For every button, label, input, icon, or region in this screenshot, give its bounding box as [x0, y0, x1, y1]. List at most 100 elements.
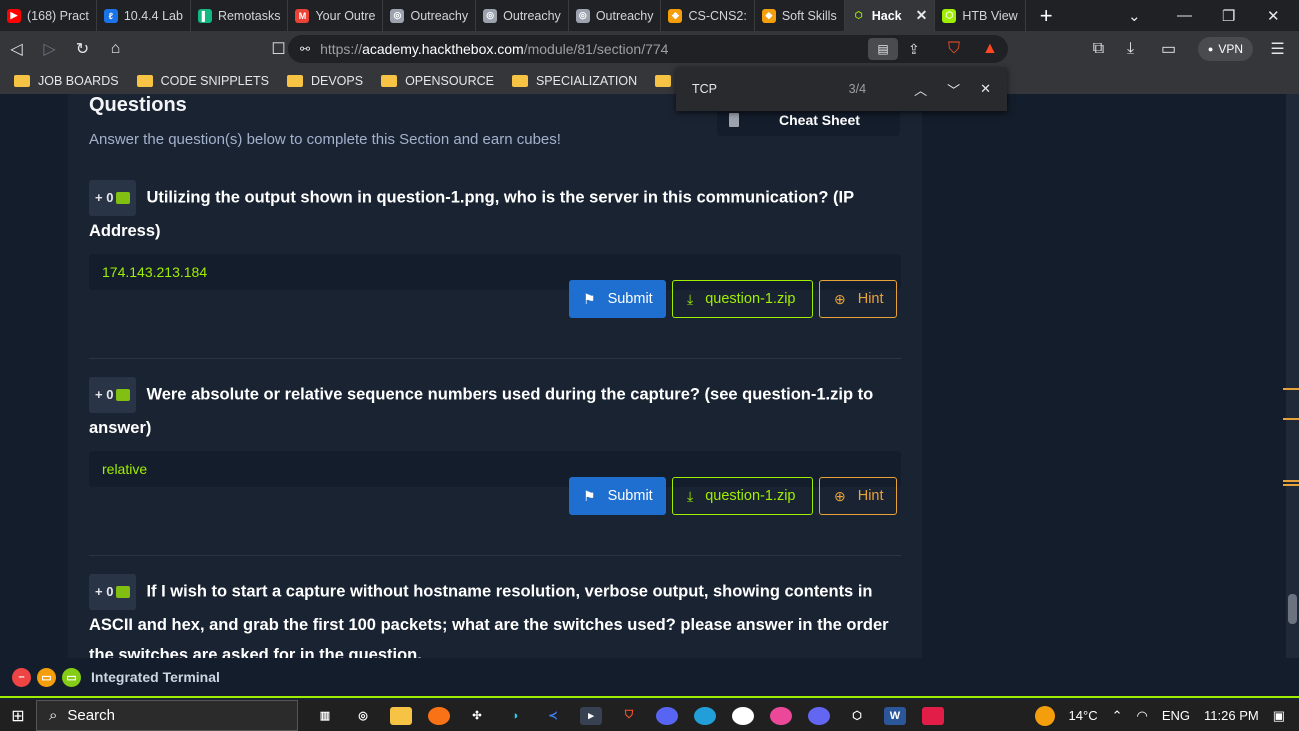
divider	[89, 358, 901, 359]
telegram-icon[interactable]	[694, 706, 716, 725]
url-path: /module/81/section/774	[523, 41, 669, 57]
hint-button[interactable]: ⊕ Hint	[819, 280, 897, 318]
weather-icon[interactable]	[1034, 705, 1055, 726]
bookmark-folder[interactable]: OPENSOURCE	[381, 74, 494, 88]
new-tab-button[interactable]: +	[1040, 3, 1053, 29]
browser-tab[interactable]: ◎ Outreachy	[383, 0, 477, 31]
question-1: + 0 Utilizing the output shown in questio…	[89, 180, 901, 290]
download-icon[interactable]: ⤓	[1114, 40, 1147, 58]
question-2-actions: ⚑ Submit ⤓ question-1.zip ⊕ Hint	[569, 477, 1291, 515]
cube-icon	[116, 389, 131, 401]
bookmark-folder[interactable]: DEVOPS	[286, 74, 363, 88]
taskbar-search[interactable]: ⌕ Search	[36, 700, 298, 731]
document-icon	[729, 113, 739, 127]
language[interactable]: ENG	[1162, 708, 1190, 723]
browser-tab[interactable]: M Your Outre	[288, 0, 384, 31]
restore-button[interactable]: ❐	[1222, 0, 1235, 31]
scrollbar-thumb[interactable]	[1288, 594, 1297, 624]
bookmark-label: OPENSOURCE	[405, 73, 494, 88]
site-settings-icon[interactable]: ⚯	[300, 42, 310, 56]
browser-tab[interactable]: ℓ 10.4.4 Lab	[97, 0, 191, 31]
notifications-icon[interactable]: ▣	[1273, 708, 1285, 724]
browser-tab[interactable]: ◎ Outreachy	[476, 0, 569, 31]
browser-tab[interactable]: ◆ CS-CNS2:	[661, 0, 755, 31]
cube-app-icon[interactable]: ⬡	[846, 707, 868, 725]
reader-mode-icon[interactable]: ▤	[868, 38, 898, 60]
cube-icon	[116, 586, 131, 598]
home-icon[interactable]: ⌂	[99, 40, 132, 58]
chrome-icon[interactable]: ◎	[352, 707, 374, 725]
cube-reward-badge: + 0	[89, 180, 137, 216]
vpn-button[interactable]: ● VPN	[1197, 37, 1253, 61]
discord-icon[interactable]	[656, 706, 678, 725]
bookmark-folder[interactable]: SPECIALIZATION	[511, 74, 637, 88]
submit-button[interactable]: ⚑ Submit	[569, 280, 666, 318]
menu-icon[interactable]: ☰	[1261, 39, 1294, 59]
edge-icon[interactable]: ◑	[504, 707, 526, 725]
app-icon[interactable]	[922, 706, 944, 725]
submit-button[interactable]: ⚑ Submit	[569, 477, 666, 515]
browser-tab[interactable]: ⬡ HTB View	[935, 0, 1026, 31]
file-explorer-icon[interactable]	[390, 706, 412, 725]
download-icon: ⤓	[687, 487, 694, 504]
find-close-icon[interactable]: ✕	[980, 81, 991, 97]
teams-icon[interactable]	[808, 706, 830, 725]
system-tray: 14°C ⌃ ◠ ENG 11:26 PM ▣	[1034, 700, 1299, 731]
word-icon[interactable]: W	[884, 706, 906, 725]
vscode-icon[interactable]: ≺	[542, 707, 564, 725]
close-window-button[interactable]: ✕	[1267, 0, 1280, 31]
temperature: 14°C	[1068, 708, 1098, 723]
clock[interactable]: 11:26 PM	[1204, 708, 1259, 723]
tab-label: HTB View	[962, 8, 1018, 23]
find-previous-icon[interactable]: ︿	[914, 80, 927, 99]
back-icon[interactable]: ◁	[0, 39, 33, 59]
brave-shields-icon[interactable]: ⛉	[948, 40, 960, 58]
find-next-icon[interactable]: ﹀	[947, 80, 960, 99]
wifi-icon[interactable]: ◠	[1137, 708, 1148, 724]
extensions-icon[interactable]: ⧉	[1082, 40, 1115, 58]
folder-icon	[286, 74, 303, 87]
download-zip-button[interactable]: ⤓ question-1.zip	[672, 280, 813, 318]
wallet-icon[interactable]: ▭	[1152, 39, 1185, 59]
brave-rewards-icon[interactable]: ▲	[982, 40, 998, 58]
hint-button[interactable]: ⊕ Hint	[819, 477, 897, 515]
windows-start-icon[interactable]: ⊞	[0, 706, 36, 726]
bookmark-label: CODE SNIPPLETS	[160, 73, 269, 88]
reload-icon[interactable]: ↻	[66, 39, 99, 59]
folder-icon	[381, 74, 398, 87]
close-dot-icon[interactable]: –	[12, 667, 31, 687]
task-view-icon[interactable]: ▥	[314, 707, 336, 725]
browser-tab[interactable]: ⬡ Hack ✕	[844, 0, 936, 31]
find-bar: TCP 3/4 ︿ ﹀ ✕	[676, 67, 1007, 111]
bookmark-label: JOB BOARDS	[38, 73, 119, 88]
slack-icon[interactable]: ✣	[466, 707, 488, 725]
url-scheme: https://	[320, 41, 363, 57]
forward-icon[interactable]: ▷	[33, 39, 66, 59]
find-input[interactable]: TCP	[692, 82, 717, 96]
tab-close-icon[interactable]: ✕	[916, 7, 928, 24]
share-icon[interactable]: ⇪	[908, 41, 920, 58]
postman-icon[interactable]	[428, 706, 450, 725]
question-1-actions: ⚑ Submit ⤓ question-1.zip ⊕ Hint	[569, 280, 1291, 318]
tray-chevron-icon[interactable]: ⌃	[1112, 708, 1123, 724]
browser-tab[interactable]: ◎ Outreachy	[569, 0, 662, 31]
integrated-terminal-bar[interactable]: – ▭ ▭ Integrated Terminal	[0, 658, 1299, 698]
browser-tab[interactable]: ◆ Soft Skills	[755, 0, 845, 31]
brave-icon[interactable]: ⛉	[618, 707, 640, 725]
browser-tab[interactable]: ▶ (168) Pract	[0, 0, 97, 31]
cube-icon	[116, 192, 131, 204]
tab-favicon-icon: ◎	[483, 8, 498, 23]
bookmark-folder[interactable]: JOB BOARDS	[14, 74, 119, 88]
app-icon[interactable]	[770, 706, 792, 725]
browser-tab[interactable]: ▌ Remotasks	[191, 0, 289, 31]
download-zip-button[interactable]: ⤓ question-1.zip	[672, 477, 813, 515]
bookmark-folder[interactable]: CODE SNIPPLETS	[136, 73, 269, 88]
tab-list-chevron-icon[interactable]: ⌄	[1128, 0, 1141, 31]
app-icon[interactable]	[732, 706, 754, 725]
address-bar[interactable]: ⚯ https://academy.hackthebox.com/module/…	[288, 35, 1008, 63]
terminal-icon[interactable]: ▸	[580, 706, 602, 725]
terminal-dot-icon[interactable]: ▭	[62, 667, 81, 687]
minimize-button[interactable]: —	[1177, 0, 1192, 31]
minimize-dot-icon[interactable]: ▭	[37, 667, 56, 687]
question-3: + 0 If I wish to start a capture without …	[89, 574, 901, 670]
